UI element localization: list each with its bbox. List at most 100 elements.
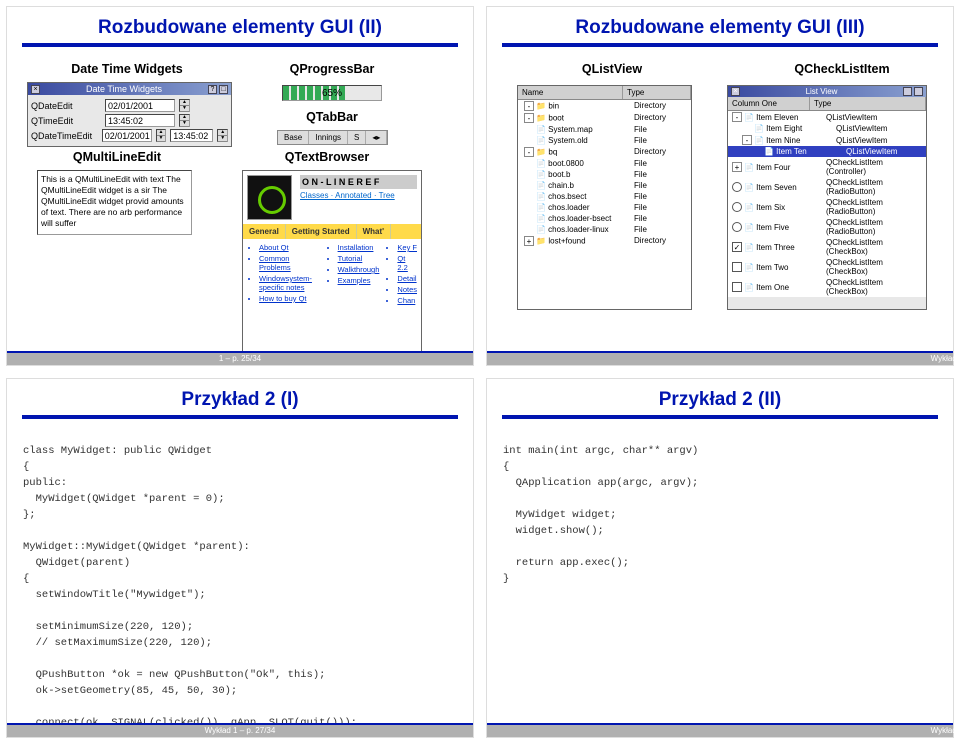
list-row[interactable]: 📄 boot.bFile [518, 169, 691, 180]
row-label: QDateTimeEdit [31, 131, 98, 141]
checkbox-icon[interactable] [732, 282, 742, 292]
tb-tabs[interactable]: General Getting Started What' [243, 224, 421, 239]
list-row[interactable]: 📄 chos.loaderFile [518, 202, 691, 213]
col-header[interactable]: Column One [728, 97, 810, 110]
multiline-edit[interactable]: This is a QMultiLineEdit with text The Q… [37, 170, 192, 235]
checklist-row[interactable]: ✓📄 Item ThreeQCheckListItem (CheckBox) [728, 237, 926, 257]
list-row[interactable]: 📄 boot.0800File [518, 158, 691, 169]
checkbox-icon[interactable]: ✓ [732, 242, 742, 252]
link[interactable]: Installation [338, 243, 380, 252]
date-input[interactable]: 02/01/2001 [105, 99, 175, 112]
list-row[interactable]: - 📁 binDirectory [518, 100, 691, 112]
list-row[interactable]: 📄 chos.loader-bsectFile [518, 213, 691, 224]
max-icon[interactable]: □ [219, 85, 228, 94]
radio-icon[interactable] [732, 202, 742, 212]
qt-logo-icon [247, 175, 292, 220]
tb-tab[interactable]: Getting Started [286, 224, 357, 239]
tab[interactable]: Innings [309, 131, 348, 144]
list-row[interactable]: - 📁 bootDirectory [518, 112, 691, 124]
list-row[interactable]: 📄 chos.bsectFile [518, 191, 691, 202]
spin-icon[interactable]: ▲▼ [217, 129, 228, 142]
link-col: Installation Tutorial Walkthrough Exampl… [326, 243, 380, 307]
slide-title: Przykład 2 (I) [7, 379, 473, 415]
listview[interactable]: Name Type - 📁 binDirectory- 📁 bootDirect… [517, 85, 692, 310]
expand-icon[interactable]: - [742, 135, 752, 145]
slide-footer: Wykład 1 [487, 351, 953, 365]
link[interactable]: Detail [397, 274, 417, 283]
expand-icon[interactable]: + [732, 162, 742, 172]
close-icon[interactable]: × [31, 85, 40, 94]
link[interactable]: Common Problems [259, 254, 320, 272]
window-title: List View [806, 87, 838, 96]
link[interactable]: Tutorial [338, 254, 380, 263]
checklist-row[interactable]: 📄 Item TwoQCheckListItem (CheckBox) [728, 257, 926, 277]
list-row[interactable]: - 📁 bqDirectory [518, 146, 691, 158]
link[interactable]: Qt 2.2 [397, 254, 417, 272]
link[interactable]: Windowsystem-specific notes [259, 274, 320, 292]
checklist-row[interactable]: +📄 Item FourQCheckListItem (Controller) [728, 157, 926, 177]
link[interactable]: Notes [397, 285, 417, 294]
title-rule [22, 415, 458, 419]
close-icon[interactable]: × [731, 87, 740, 96]
slide-example-2-1: Przykład 2 (I) class MyWidget: public QW… [6, 378, 474, 738]
list-row[interactable]: + 📁 lost+foundDirectory [518, 235, 691, 247]
date-input[interactable]: 02/01/2001 [102, 129, 152, 142]
datetime-window: × Date Time Widgets ?□ QDateEdit02/01/20… [27, 82, 232, 147]
col-header[interactable]: Type [623, 86, 691, 99]
min-icon[interactable] [903, 87, 912, 96]
checklist-row[interactable]: -📄 Item NineQListViewItem [728, 134, 926, 146]
expand-icon[interactable]: - [524, 101, 534, 111]
expand-icon[interactable]: - [524, 113, 534, 123]
checklist-row[interactable]: 📄 Item EightQListViewItem [728, 123, 926, 134]
checklist-row[interactable]: 📄 Item OneQCheckListItem (CheckBox) [728, 277, 926, 297]
list-row[interactable]: 📄 System.mapFile [518, 124, 691, 135]
footer-center: 1 – p. 25/34 [219, 354, 261, 363]
link-col: About Qt Common Problems Windowsystem-sp… [247, 243, 320, 307]
slide-gui-3: Rozbudowane elementy GUI (III) QListView… [486, 6, 954, 366]
tb-nav[interactable]: Classes · Annotated · Tree [300, 189, 417, 202]
spin-icon[interactable]: ▲▼ [179, 114, 190, 127]
col-header[interactable]: Type [810, 97, 926, 110]
time-input[interactable]: 13:45:02 [170, 129, 213, 142]
link[interactable]: About Qt [259, 243, 320, 252]
link[interactable]: Examples [338, 276, 380, 285]
code-block: class MyWidget: public QWidget { public:… [7, 433, 473, 741]
radio-icon[interactable] [732, 222, 742, 232]
checkbox-icon[interactable] [732, 262, 742, 272]
expand-icon[interactable]: + [524, 236, 534, 246]
link[interactable]: How to buy Qt [259, 294, 320, 303]
tab-scroll-icon[interactable]: ◂▸ [366, 131, 387, 144]
spin-icon[interactable]: ▲▼ [179, 99, 190, 112]
expand-icon[interactable]: - [524, 147, 534, 157]
link[interactable]: Chan [397, 296, 417, 305]
row-label: QTimeEdit [31, 116, 101, 126]
checklist[interactable]: × List View Column One Type -📄 Item Elev… [727, 85, 927, 310]
help-icon[interactable]: ? [208, 85, 217, 94]
link[interactable]: Walkthrough [338, 265, 380, 274]
slide-footer: 1 – p. 25/34 [7, 351, 473, 365]
tabbar[interactable]: Base Innings S ◂▸ [277, 130, 388, 145]
expand-icon[interactable]: - [732, 112, 742, 122]
checklist-row[interactable]: 📄 Item FiveQCheckListItem (RadioButton) [728, 217, 926, 237]
checklist-row[interactable]: 📄 Item SevenQCheckListItem (RadioButton) [728, 177, 926, 197]
tab[interactable]: S [348, 131, 366, 144]
checklist-row[interactable]: 📄 Item SixQCheckListItem (RadioButton) [728, 197, 926, 217]
max-icon[interactable] [914, 87, 923, 96]
tb-tab[interactable]: What' [357, 224, 391, 239]
time-input[interactable]: 13:45:02 [105, 114, 175, 127]
checklist-row[interactable]: -📄 Item ElevenQListViewItem [728, 111, 926, 123]
list-row[interactable]: 📄 chos.loader-linuxFile [518, 224, 691, 235]
link[interactable]: Key F [397, 243, 417, 252]
col-header[interactable]: Name [518, 86, 623, 99]
checklist-row[interactable]: 📄 Item TenQListViewItem [728, 146, 926, 157]
tb-tab[interactable]: General [243, 224, 286, 239]
list-row[interactable]: 📄 System.oldFile [518, 135, 691, 146]
tab[interactable]: Base [278, 131, 309, 144]
list-row[interactable]: 📄 chain.bFile [518, 180, 691, 191]
radio-icon[interactable] [732, 182, 742, 192]
footer-center: Wykład 1 – p. 27/34 [205, 726, 276, 735]
spin-icon[interactable]: ▲▼ [156, 129, 167, 142]
footer-right: Wykład 1 [931, 354, 960, 363]
textbrowser[interactable]: O N - L I N E R E F Classes · Annotated … [242, 170, 422, 365]
window-titlebar[interactable]: × Date Time Widgets ?□ [28, 83, 231, 95]
